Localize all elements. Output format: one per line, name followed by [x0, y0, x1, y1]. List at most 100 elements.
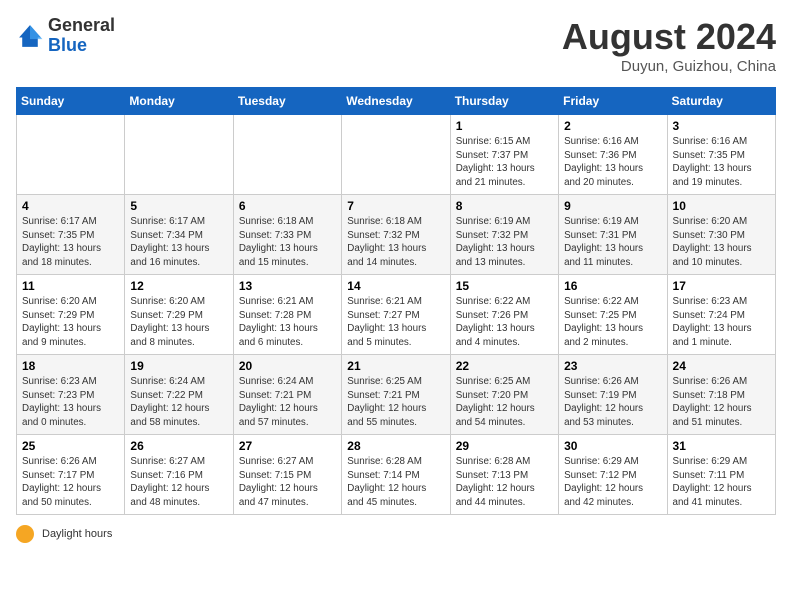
calendar-cell: 8 Sunrise: 6:19 AM Sunset: 7:32 PM Daylig… [450, 195, 558, 275]
day-number: 29 [456, 439, 553, 453]
day-number: 20 [239, 359, 336, 373]
calendar-cell: 22 Sunrise: 6:25 AM Sunset: 7:20 PM Dayli… [450, 355, 558, 435]
day-of-week-header: Saturday [667, 88, 775, 115]
day-detail: Sunrise: 6:16 AM Sunset: 7:35 PM Dayligh… [673, 135, 770, 190]
day-detail: Sunrise: 6:19 AM Sunset: 7:32 PM Dayligh… [456, 215, 553, 270]
calendar-cell: 29Sunrise: 6:28 AM Sunset: 7:13 PM Dayli… [450, 435, 558, 515]
day-number: 13 [239, 279, 336, 293]
footer: Daylight hours [16, 525, 776, 543]
day-number: 22 [456, 359, 553, 373]
day-number: 9 [564, 199, 661, 213]
calendar-week-row: 4 Sunrise: 6:17 AM Sunset: 7:35 PM Daylig… [17, 195, 776, 275]
day-number: 15 [456, 279, 553, 293]
calendar-cell: 4 Sunrise: 6:17 AM Sunset: 7:35 PM Daylig… [17, 195, 125, 275]
day-number: 24 [673, 359, 770, 373]
daylight-label: Daylight hours [42, 528, 112, 540]
calendar-cell: 27Sunrise: 6:27 AM Sunset: 7:15 PM Dayli… [233, 435, 341, 515]
day-number: 30 [564, 439, 661, 453]
calendar-header-row: SundayMondayTuesdayWednesdayThursdayFrid… [17, 88, 776, 115]
calendar-cell: 23 Sunrise: 6:26 AM Sunset: 7:19 PM Dayli… [559, 355, 667, 435]
day-number: 27 [239, 439, 336, 453]
day-detail: Sunrise: 6:26 AM Sunset: 7:17 PM Dayligh… [22, 455, 119, 510]
day-detail: Sunrise: 6:22 AM Sunset: 7:26 PM Dayligh… [456, 295, 553, 350]
day-detail: Sunrise: 6:18 AM Sunset: 7:33 PM Dayligh… [239, 215, 336, 270]
day-detail: Sunrise: 6:19 AM Sunset: 7:31 PM Dayligh… [564, 215, 661, 270]
day-detail: Sunrise: 6:25 AM Sunset: 7:21 PM Dayligh… [347, 375, 444, 430]
month-year-title: August 2024 [562, 16, 776, 58]
day-detail: Sunrise: 6:26 AM Sunset: 7:19 PM Dayligh… [564, 375, 661, 430]
day-of-week-header: Tuesday [233, 88, 341, 115]
day-detail: Sunrise: 6:29 AM Sunset: 7:12 PM Dayligh… [564, 455, 661, 510]
day-number: 28 [347, 439, 444, 453]
day-number: 31 [673, 439, 770, 453]
calendar-cell: 13 Sunrise: 6:21 AM Sunset: 7:28 PM Dayli… [233, 275, 341, 355]
calendar-cell: 21 Sunrise: 6:25 AM Sunset: 7:21 PM Dayli… [342, 355, 450, 435]
day-number: 21 [347, 359, 444, 373]
day-of-week-header: Thursday [450, 88, 558, 115]
day-detail: Sunrise: 6:20 AM Sunset: 7:29 PM Dayligh… [22, 295, 119, 350]
day-detail: Sunrise: 6:27 AM Sunset: 7:16 PM Dayligh… [130, 455, 227, 510]
calendar-cell [17, 115, 125, 195]
day-of-week-header: Wednesday [342, 88, 450, 115]
calendar-week-row: 18 Sunrise: 6:23 AM Sunset: 7:23 PM Dayli… [17, 355, 776, 435]
day-detail: Sunrise: 6:18 AM Sunset: 7:32 PM Dayligh… [347, 215, 444, 270]
day-detail: Sunrise: 6:22 AM Sunset: 7:25 PM Dayligh… [564, 295, 661, 350]
calendar-cell: 31 Sunrise: 6:29 AM Sunset: 7:11 PM Dayli… [667, 435, 775, 515]
day-number: 23 [564, 359, 661, 373]
day-detail: Sunrise: 6:21 AM Sunset: 7:27 PM Dayligh… [347, 295, 444, 350]
day-detail: Sunrise: 6:15 AM Sunset: 7:37 PM Dayligh… [456, 135, 553, 190]
day-detail: Sunrise: 6:17 AM Sunset: 7:35 PM Dayligh… [22, 215, 119, 270]
calendar-cell: 3 Sunrise: 6:16 AM Sunset: 7:35 PM Daylig… [667, 115, 775, 195]
calendar-cell: 20Sunrise: 6:24 AM Sunset: 7:21 PM Dayli… [233, 355, 341, 435]
day-number: 26 [130, 439, 227, 453]
calendar-cell: 18 Sunrise: 6:23 AM Sunset: 7:23 PM Dayli… [17, 355, 125, 435]
day-detail: Sunrise: 6:25 AM Sunset: 7:20 PM Dayligh… [456, 375, 553, 430]
calendar-cell: 15 Sunrise: 6:22 AM Sunset: 7:26 PM Dayli… [450, 275, 558, 355]
calendar-cell: 24Sunrise: 6:26 AM Sunset: 7:18 PM Dayli… [667, 355, 775, 435]
calendar-cell: 9 Sunrise: 6:19 AM Sunset: 7:31 PM Daylig… [559, 195, 667, 275]
title-block: August 2024 Duyun, Guizhou, China [562, 16, 776, 75]
day-number: 4 [22, 199, 119, 213]
day-number: 7 [347, 199, 444, 213]
day-number: 18 [22, 359, 119, 373]
calendar-cell: 10 Sunrise: 6:20 AM Sunset: 7:30 PM Dayli… [667, 195, 775, 275]
page-header: General Blue August 2024 Duyun, Guizhou,… [16, 16, 776, 75]
calendar-table: SundayMondayTuesdayWednesdayThursdayFrid… [16, 87, 776, 515]
day-detail: Sunrise: 6:20 AM Sunset: 7:29 PM Dayligh… [130, 295, 227, 350]
day-detail: Sunrise: 6:28 AM Sunset: 7:14 PM Dayligh… [347, 455, 444, 510]
day-number: 16 [564, 279, 661, 293]
calendar-week-row: 11 Sunrise: 6:20 AM Sunset: 7:29 PM Dayli… [17, 275, 776, 355]
day-number: 5 [130, 199, 227, 213]
day-detail: Sunrise: 6:23 AM Sunset: 7:24 PM Dayligh… [673, 295, 770, 350]
calendar-cell: 7 Sunrise: 6:18 AM Sunset: 7:32 PM Daylig… [342, 195, 450, 275]
calendar-week-row: 1 Sunrise: 6:15 AM Sunset: 7:37 PM Daylig… [17, 115, 776, 195]
day-number: 1 [456, 119, 553, 133]
day-detail: Sunrise: 6:20 AM Sunset: 7:30 PM Dayligh… [673, 215, 770, 270]
location-subtitle: Duyun, Guizhou, China [562, 58, 776, 75]
calendar-cell [233, 115, 341, 195]
day-of-week-header: Friday [559, 88, 667, 115]
calendar-cell: 12Sunrise: 6:20 AM Sunset: 7:29 PM Dayli… [125, 275, 233, 355]
day-number: 10 [673, 199, 770, 213]
logo: General Blue [16, 16, 115, 56]
day-of-week-header: Monday [125, 88, 233, 115]
day-number: 14 [347, 279, 444, 293]
day-number: 8 [456, 199, 553, 213]
calendar-cell: 11 Sunrise: 6:20 AM Sunset: 7:29 PM Dayli… [17, 275, 125, 355]
day-number: 3 [673, 119, 770, 133]
calendar-cell [125, 115, 233, 195]
calendar-cell: 30 Sunrise: 6:29 AM Sunset: 7:12 PM Dayli… [559, 435, 667, 515]
calendar-cell: 14 Sunrise: 6:21 AM Sunset: 7:27 PM Dayli… [342, 275, 450, 355]
day-detail: Sunrise: 6:29 AM Sunset: 7:11 PM Dayligh… [673, 455, 770, 510]
day-number: 11 [22, 279, 119, 293]
day-detail: Sunrise: 6:24 AM Sunset: 7:22 PM Dayligh… [130, 375, 227, 430]
calendar-cell: 16 Sunrise: 6:22 AM Sunset: 7:25 PM Dayli… [559, 275, 667, 355]
calendar-cell: 17Sunrise: 6:23 AM Sunset: 7:24 PM Dayli… [667, 275, 775, 355]
day-detail: Sunrise: 6:21 AM Sunset: 7:28 PM Dayligh… [239, 295, 336, 350]
sun-icon [16, 525, 34, 543]
day-detail: Sunrise: 6:16 AM Sunset: 7:36 PM Dayligh… [564, 135, 661, 190]
day-detail: Sunrise: 6:23 AM Sunset: 7:23 PM Dayligh… [22, 375, 119, 430]
calendar-cell: 28 Sunrise: 6:28 AM Sunset: 7:14 PM Dayli… [342, 435, 450, 515]
calendar-cell: 2Sunrise: 6:16 AM Sunset: 7:36 PM Daylig… [559, 115, 667, 195]
calendar-cell: 26 Sunrise: 6:27 AM Sunset: 7:16 PM Dayli… [125, 435, 233, 515]
